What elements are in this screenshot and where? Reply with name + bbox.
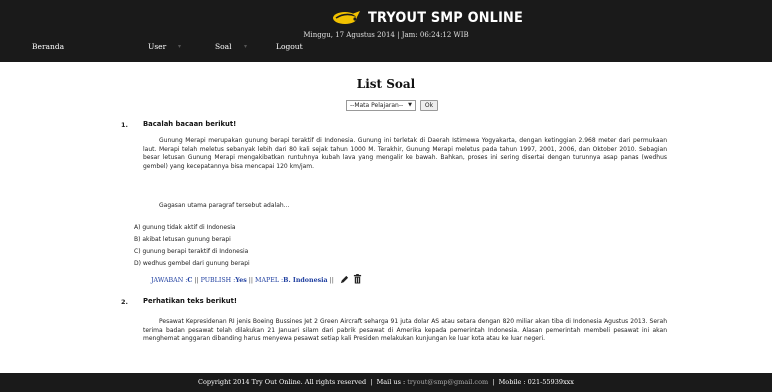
publish-label: PUBLISH : — [200, 276, 236, 284]
jawaban-label: JAWABAN : — [151, 276, 188, 284]
mapel-label: MAPEL : — [255, 276, 284, 284]
publish-value: Yes — [235, 276, 247, 284]
filter-bar: --Mata Pelajaran-- ▼ Ok — [346, 100, 438, 111]
select-arrow-icon: ▼ — [408, 102, 412, 108]
question-number: 2. — [121, 298, 128, 306]
nav-logout[interactable]: Logout — [276, 42, 303, 51]
jawaban-value: C — [187, 276, 193, 284]
footer-mail-link[interactable]: tryout@smp@gmail.com — [407, 378, 488, 386]
nav-beranda[interactable]: Beranda — [32, 42, 64, 51]
logo-icon — [333, 11, 360, 24]
ok-button[interactable]: Ok — [420, 100, 438, 111]
footer-mail-label: Mail us : — [376, 378, 408, 386]
question-paragraph: Gunung Merapi merupakan gunung berapi te… — [143, 137, 667, 171]
header-bar: TRYOUT SMP ONLINE Minggu, 17 Agustus 201… — [0, 0, 772, 62]
main-nav: Beranda User ▾ Soal ▾ Logout — [0, 40, 772, 56]
nav-user-dropdown-icon: ▾ — [178, 43, 182, 50]
footer-copyright: Copyright 2014 Try Out Online. All right… — [198, 378, 367, 386]
mata-pelajaran-select[interactable]: --Mata Pelajaran-- ▼ — [346, 100, 416, 111]
footer-bar: Copyright 2014 Try Out Online. All right… — [0, 373, 772, 392]
option-c: C) gunung berapi teraktif di Indonesia — [134, 248, 249, 255]
question-heading: Bacalah bacaan berikut! — [143, 120, 237, 128]
datetime: Minggu, 17 Agustus 2014 | Jam: 06:24:12 … — [303, 31, 469, 39]
delete-trash-icon[interactable] — [353, 274, 362, 286]
nav-soal[interactable]: Soal — [215, 42, 232, 51]
mapel-value: B. Indonesia — [283, 276, 328, 284]
meta-separator: || — [248, 276, 254, 284]
site-logo[interactable]: TRYOUT SMP ONLINE — [332, 7, 536, 29]
question-prompt: Gagasan utama paragraf tersebut adalah..… — [159, 202, 290, 209]
question-heading: Perhatikan teks berikut! — [143, 297, 237, 305]
select-value: --Mata Pelajaran-- — [350, 102, 404, 109]
option-a: A) gunung tidak aktif di Indonesia — [134, 224, 236, 231]
meta-separator: || — [329, 276, 334, 284]
footer-mobile: Mobile : 021-55939xxx — [498, 378, 574, 386]
edit-pencil-icon[interactable] — [340, 275, 349, 286]
question-number: 1. — [121, 121, 128, 129]
nav-user[interactable]: User — [148, 42, 166, 51]
meta-separator: || — [194, 276, 199, 284]
question-paragraph: Pesawat Kepresidenan RI jenis Boeing Bus… — [143, 318, 667, 343]
question-meta: JAWABAN : C || PUBLISH : Yes || MAPEL : … — [151, 274, 362, 286]
footer-separator: | — [368, 378, 377, 386]
page-title: List Soal — [356, 77, 416, 91]
nav-soal-dropdown-icon: ▾ — [244, 43, 248, 50]
option-b: B) akibat letusan gunung berapi — [134, 236, 231, 243]
option-d: D) wedhus gembel dari gunung berapi — [134, 260, 250, 267]
logo-text: TRYOUT SMP ONLINE — [368, 10, 524, 26]
footer-separator: | — [490, 378, 499, 386]
